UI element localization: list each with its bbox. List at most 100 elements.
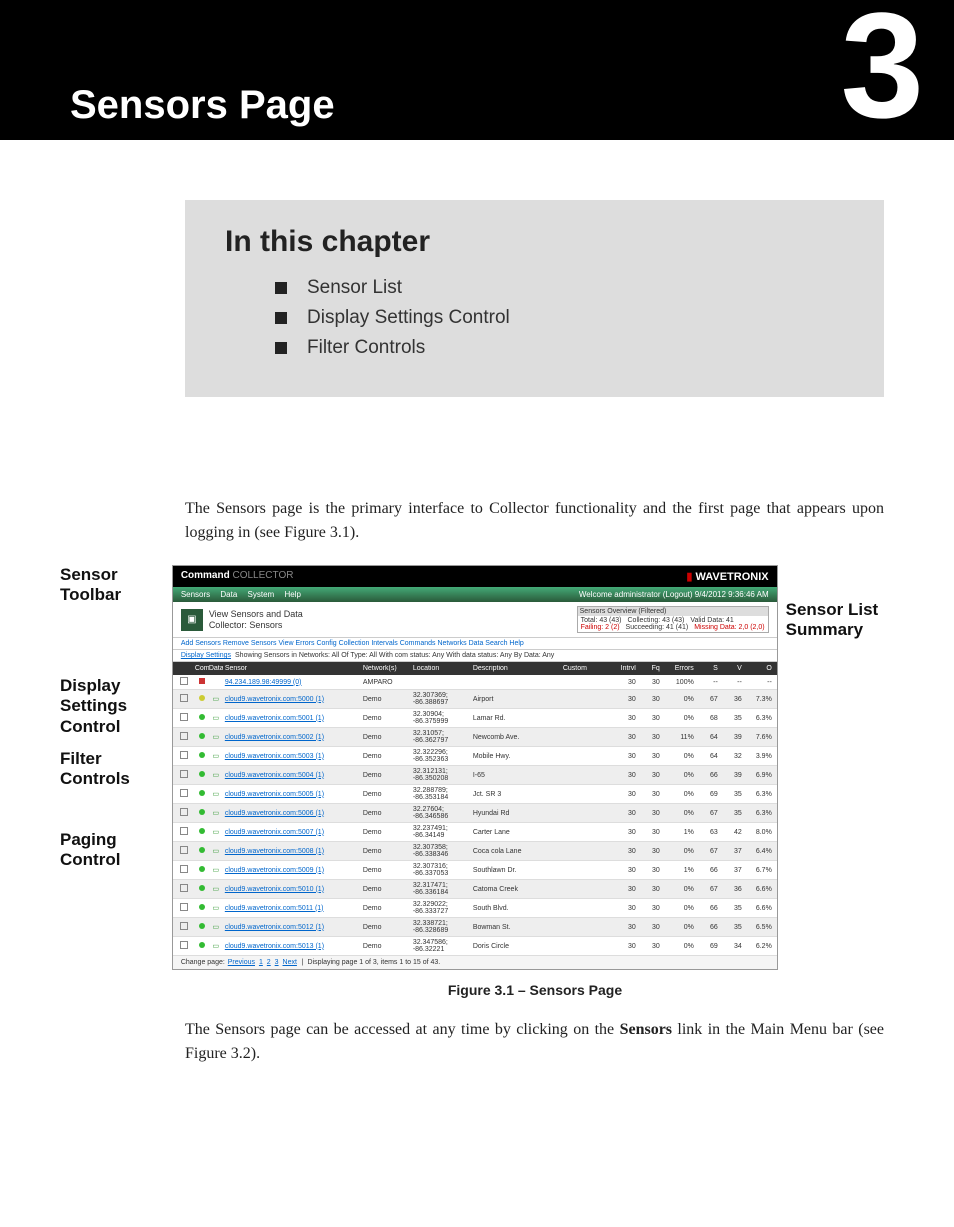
row-checkbox[interactable] bbox=[180, 808, 188, 816]
com-status-icon bbox=[195, 942, 209, 950]
row-checkbox[interactable] bbox=[180, 732, 188, 740]
view-sensors-row: ▣ View Sensors and Data Collector: Senso… bbox=[173, 602, 777, 638]
callout-paging-control: Paging Control bbox=[60, 830, 172, 871]
sensor-link[interactable]: cloud9.wavetronix.com:5009 (1) bbox=[223, 867, 363, 874]
sensor-link[interactable]: cloud9.wavetronix.com:5006 (1) bbox=[223, 810, 363, 817]
table-row: ▭cloud9.wavetronix.com:5008 (1)Demo32.30… bbox=[173, 842, 777, 861]
row-checkbox[interactable] bbox=[180, 694, 188, 702]
paging-status: Displaying page 1 of 3, items 1 to 15 of… bbox=[308, 959, 441, 966]
sensor-link[interactable]: cloud9.wavetronix.com:5013 (1) bbox=[223, 943, 363, 950]
chapter-item: Filter Controls bbox=[275, 337, 844, 359]
table-row: ▭cloud9.wavetronix.com:5003 (1)Demo32.32… bbox=[173, 747, 777, 766]
data-status-icon: ▭ bbox=[209, 714, 223, 722]
sensor-link[interactable]: cloud9.wavetronix.com:5003 (1) bbox=[223, 753, 363, 760]
collector-icon: ▣ bbox=[181, 609, 203, 631]
figure-caption: Figure 3.1 – Sensors Page bbox=[180, 982, 890, 998]
menu-system[interactable]: System bbox=[248, 590, 275, 599]
main-menu-bar: Sensors Data System Help Welcome adminis… bbox=[173, 587, 777, 602]
table-row: ▭cloud9.wavetronix.com:5013 (1)Demo32.34… bbox=[173, 937, 777, 956]
callout-filter-controls: Filter Controls bbox=[60, 749, 172, 790]
table-row: ▭cloud9.wavetronix.com:5011 (1)Demo32.32… bbox=[173, 899, 777, 918]
filter-status-text: Showing Sensors in Networks: All Of Type… bbox=[235, 652, 554, 659]
paging-prev[interactable]: Previous bbox=[228, 959, 255, 966]
data-status-icon: ▭ bbox=[209, 847, 223, 855]
callout-display-settings: Display Settings Control bbox=[60, 676, 172, 737]
com-status-icon bbox=[195, 695, 209, 703]
table-row: ▭cloud9.wavetronix.com:5005 (1)Demo32.28… bbox=[173, 785, 777, 804]
paging-next[interactable]: Next bbox=[283, 959, 297, 966]
table-row: ▭cloud9.wavetronix.com:5004 (1)Demo32.31… bbox=[173, 766, 777, 785]
row-checkbox[interactable] bbox=[180, 846, 188, 854]
sensor-link[interactable]: cloud9.wavetronix.com:5012 (1) bbox=[223, 924, 363, 931]
sensor-link[interactable]: cloud9.wavetronix.com:5005 (1) bbox=[223, 791, 363, 798]
table-row: ▭cloud9.wavetronix.com:5006 (1)Demo32.27… bbox=[173, 804, 777, 823]
sensor-link[interactable]: cloud9.wavetronix.com:5007 (1) bbox=[223, 829, 363, 836]
square-bullet-icon bbox=[275, 312, 287, 324]
row-checkbox[interactable] bbox=[180, 884, 188, 892]
sensor-toolbar: Add Sensors Remove Sensors View Errors C… bbox=[173, 638, 777, 650]
table-row: ▭cloud9.wavetronix.com:5002 (1)Demo32.31… bbox=[173, 728, 777, 747]
table-row: ▭cloud9.wavetronix.com:5000 (1)Demo32.30… bbox=[173, 690, 777, 709]
sensor-link[interactable]: cloud9.wavetronix.com:5001 (1) bbox=[223, 715, 363, 722]
row-checkbox[interactable] bbox=[180, 941, 188, 949]
com-status-icon bbox=[195, 866, 209, 874]
callout-sensor-list-summary: Sensor List Summary bbox=[786, 600, 890, 641]
sensor-link[interactable]: cloud9.wavetronix.com:5008 (1) bbox=[223, 848, 363, 855]
app-brand: Command COLLECTOR bbox=[181, 570, 294, 583]
row-checkbox[interactable] bbox=[180, 827, 188, 835]
data-status-icon: ▭ bbox=[209, 942, 223, 950]
app-titlebar: Command COLLECTOR ▮ WAVETRONIX bbox=[173, 566, 777, 587]
com-status-icon bbox=[195, 678, 209, 686]
display-settings-link[interactable]: Display Settings bbox=[181, 652, 231, 659]
row-checkbox[interactable] bbox=[180, 713, 188, 721]
row-checkbox[interactable] bbox=[180, 677, 188, 685]
data-status-icon: ▭ bbox=[209, 790, 223, 798]
com-status-icon bbox=[195, 847, 209, 855]
sensor-link[interactable]: cloud9.wavetronix.com:5010 (1) bbox=[223, 886, 363, 893]
menu-help[interactable]: Help bbox=[284, 590, 300, 599]
filter-row: Display Settings Showing Sensors in Netw… bbox=[173, 650, 777, 662]
body-paragraph-1: The Sensors page is the primary interfac… bbox=[185, 497, 884, 545]
table-row: ▭cloud9.wavetronix.com:5001 (1)Demo32.30… bbox=[173, 709, 777, 728]
table-row: ▭cloud9.wavetronix.com:5012 (1)Demo32.33… bbox=[173, 918, 777, 937]
sensor-link[interactable]: cloud9.wavetronix.com:5000 (1) bbox=[223, 696, 363, 703]
chapter-title: Sensors Page bbox=[70, 83, 335, 140]
grid-header: Com Data Sensor Network(s) Location Desc… bbox=[173, 662, 777, 675]
data-status-icon: ▭ bbox=[209, 904, 223, 912]
sensor-link[interactable]: 94.234.189.98:49999 (0) bbox=[223, 679, 363, 686]
row-checkbox[interactable] bbox=[180, 903, 188, 911]
square-bullet-icon bbox=[275, 342, 287, 354]
row-checkbox[interactable] bbox=[180, 770, 188, 778]
sensor-link[interactable]: cloud9.wavetronix.com:5002 (1) bbox=[223, 734, 363, 741]
row-checkbox[interactable] bbox=[180, 865, 188, 873]
body-paragraph-2: The Sensors page can be accessed at any … bbox=[185, 1018, 884, 1066]
com-status-icon bbox=[195, 714, 209, 722]
data-status-icon: ▭ bbox=[209, 752, 223, 760]
paging-page-1[interactable]: 1 bbox=[259, 959, 263, 966]
data-status-icon: ▭ bbox=[209, 733, 223, 741]
row-checkbox[interactable] bbox=[180, 922, 188, 930]
com-status-icon bbox=[195, 828, 209, 836]
com-status-icon bbox=[195, 904, 209, 912]
in-this-chapter-heading: In this chapter bbox=[225, 225, 844, 259]
menu-sensors[interactable]: Sensors bbox=[181, 590, 210, 599]
row-checkbox[interactable] bbox=[180, 751, 188, 759]
chapter-item: Sensor List bbox=[275, 277, 844, 299]
paging-page-3[interactable]: 3 bbox=[275, 959, 279, 966]
sensor-link[interactable]: cloud9.wavetronix.com:5004 (1) bbox=[223, 772, 363, 779]
sensor-link[interactable]: cloud9.wavetronix.com:5011 (1) bbox=[223, 905, 363, 912]
com-status-icon bbox=[195, 809, 209, 817]
app-screenshot: Command COLLECTOR ▮ WAVETRONIX Sensors D… bbox=[172, 565, 778, 970]
chapter-item-list: Sensor List Display Settings Control Fil… bbox=[225, 277, 844, 359]
chapter-item: Display Settings Control bbox=[275, 307, 844, 329]
grid-body: 94.234.189.98:49999 (0)AMPARO3030100%---… bbox=[173, 675, 777, 956]
table-row: ▭cloud9.wavetronix.com:5009 (1)Demo32.30… bbox=[173, 861, 777, 880]
com-status-icon bbox=[195, 790, 209, 798]
paging-page-2[interactable]: 2 bbox=[267, 959, 271, 966]
callout-sensor-toolbar: Sensor Toolbar bbox=[60, 565, 172, 606]
in-this-chapter-box: In this chapter Sensor List Display Sett… bbox=[185, 200, 884, 397]
paging-row: Change page: Previous 1 2 3 Next | Displ… bbox=[173, 956, 777, 969]
menu-data[interactable]: Data bbox=[220, 590, 237, 599]
row-checkbox[interactable] bbox=[180, 789, 188, 797]
table-row: ▭cloud9.wavetronix.com:5007 (1)Demo32.23… bbox=[173, 823, 777, 842]
